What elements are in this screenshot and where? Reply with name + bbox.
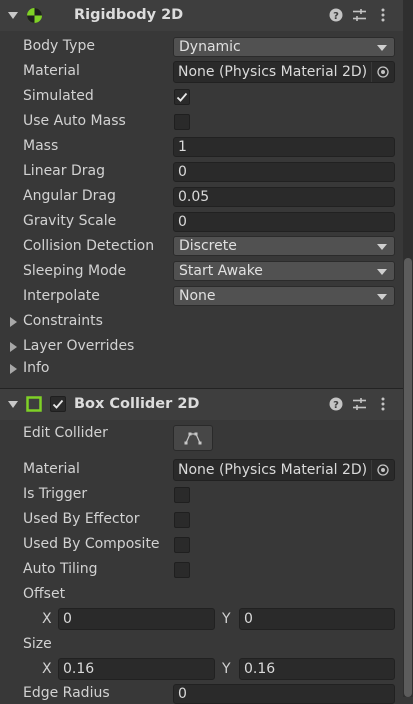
component-title: Rigidbody 2D <box>74 7 184 23</box>
constraints-foldout[interactable]: Constraints <box>23 313 103 329</box>
collision-detection-label: Collision Detection <box>23 238 155 254</box>
offset-x-label[interactable]: X <box>42 611 52 627</box>
offset-y-value: 0 <box>244 611 253 627</box>
angular-drag-value: 0.05 <box>178 189 210 205</box>
info-foldout[interactable]: Info <box>23 360 50 376</box>
offset-x-field[interactable]: 0 <box>58 608 215 630</box>
angular-drag-field[interactable]: 0.05 <box>173 187 395 207</box>
layer-overrides-foldout[interactable]: Layer Overrides <box>23 338 134 354</box>
interpolate-dropdown[interactable]: None <box>173 286 395 306</box>
offset-y-field[interactable]: 0 <box>239 608 395 630</box>
kebab-menu-icon[interactable] <box>380 8 396 24</box>
box-collider2d-header[interactable]: Box Collider 2D ? <box>0 389 403 420</box>
angular-drag-label: Angular Drag <box>23 188 116 204</box>
size-y-field[interactable]: 0.16 <box>239 658 395 680</box>
mass-label: Mass <box>23 138 59 154</box>
expand-arrow-icon[interactable] <box>10 364 17 374</box>
object-picker-icon[interactable] <box>371 62 394 82</box>
sleeping-mode-dropdown[interactable]: Start Awake <box>173 261 395 281</box>
mass-field[interactable]: 1 <box>173 137 395 157</box>
body-type-label: Body Type <box>23 38 95 54</box>
checkmark-icon <box>52 399 64 409</box>
edge-radius-field[interactable]: 0 <box>173 684 395 704</box>
edge-radius-label: Edge Radius <box>23 685 110 701</box>
chevron-down-icon <box>377 294 387 300</box>
material-object-field[interactable]: None (Physics Material 2D) <box>173 61 395 83</box>
auto-tiling-checkbox[interactable] <box>174 562 190 578</box>
simulated-label: Simulated <box>23 88 94 104</box>
size-y-value: 0.16 <box>244 661 276 677</box>
interpolate-label: Interpolate <box>23 288 100 304</box>
fold-arrow-icon[interactable] <box>8 12 18 19</box>
linear-drag-label: Linear Drag <box>23 163 105 179</box>
offset-x-value: 0 <box>63 611 72 627</box>
use-auto-mass-checkbox[interactable] <box>174 114 190 130</box>
sleeping-mode-label: Sleeping Mode <box>23 263 127 279</box>
simulated-checkbox[interactable] <box>174 89 190 105</box>
material-label: Material <box>23 461 80 477</box>
object-picker-icon[interactable] <box>371 460 394 480</box>
svg-text:?: ? <box>333 400 339 411</box>
is-trigger-label: Is Trigger <box>23 486 88 502</box>
used-by-composite-checkbox[interactable] <box>174 537 190 553</box>
help-icon[interactable]: ? <box>329 8 345 24</box>
body-type-value: Dynamic <box>179 39 241 55</box>
material-object-field[interactable]: None (Physics Material 2D) <box>173 459 395 481</box>
rigidbody2d-header[interactable]: Rigidbody 2D ? <box>0 0 403 31</box>
edit-collider-icon <box>184 432 202 445</box>
fold-arrow-icon[interactable] <box>8 401 18 408</box>
material-value: None (Physics Material 2D) <box>178 64 368 80</box>
is-trigger-checkbox[interactable] <box>174 487 190 503</box>
offset-y-label[interactable]: Y <box>222 611 231 627</box>
scrollbar-thumb[interactable] <box>404 258 412 697</box>
sleeping-mode-value: Start Awake <box>179 263 263 279</box>
checkmark-icon <box>176 92 188 102</box>
size-y-label[interactable]: Y <box>222 661 231 677</box>
size-x-label[interactable]: X <box>42 661 52 677</box>
material-value: None (Physics Material 2D) <box>178 462 368 478</box>
size-x-field[interactable]: 0.16 <box>58 658 215 680</box>
component-title: Box Collider 2D <box>74 396 200 412</box>
gravity-scale-value: 0 <box>178 214 187 230</box>
svg-text:?: ? <box>333 11 339 22</box>
size-label: Size <box>23 636 52 652</box>
linear-drag-value: 0 <box>178 164 187 180</box>
linear-drag-field[interactable]: 0 <box>173 162 395 182</box>
box-collider2d-icon <box>26 396 42 412</box>
gravity-scale-label: Gravity Scale <box>23 213 117 229</box>
mass-value: 1 <box>178 139 187 155</box>
chevron-down-icon <box>377 244 387 250</box>
offset-label: Offset <box>23 586 66 602</box>
component-enabled-checkbox[interactable] <box>50 396 66 412</box>
edge-radius-value: 0 <box>178 686 187 702</box>
gravity-scale-field[interactable]: 0 <box>173 212 395 232</box>
used-by-composite-label: Used By Composite <box>23 536 160 552</box>
collision-detection-value: Discrete <box>179 238 237 254</box>
chevron-down-icon <box>377 45 387 51</box>
edit-collider-label: Edit Collider <box>23 425 108 441</box>
presets-icon[interactable] <box>352 397 368 413</box>
size-x-value: 0.16 <box>63 661 95 677</box>
chevron-down-icon <box>377 269 387 275</box>
presets-icon[interactable] <box>352 8 368 24</box>
kebab-menu-icon[interactable] <box>380 397 396 413</box>
edit-collider-button[interactable] <box>173 425 213 451</box>
rigidbody2d-icon <box>26 7 42 23</box>
expand-arrow-icon[interactable] <box>10 317 17 327</box>
material-label: Material <box>23 63 80 79</box>
interpolate-value: None <box>179 288 216 304</box>
used-by-effector-label: Used By Effector <box>23 511 140 527</box>
help-icon[interactable]: ? <box>329 397 345 413</box>
collision-detection-dropdown[interactable]: Discrete <box>173 236 395 256</box>
expand-arrow-icon[interactable] <box>10 342 17 352</box>
used-by-effector-checkbox[interactable] <box>174 512 190 528</box>
body-type-dropdown[interactable]: Dynamic <box>173 37 395 57</box>
auto-tiling-label: Auto Tiling <box>23 561 98 577</box>
use-auto-mass-label: Use Auto Mass <box>23 113 126 129</box>
